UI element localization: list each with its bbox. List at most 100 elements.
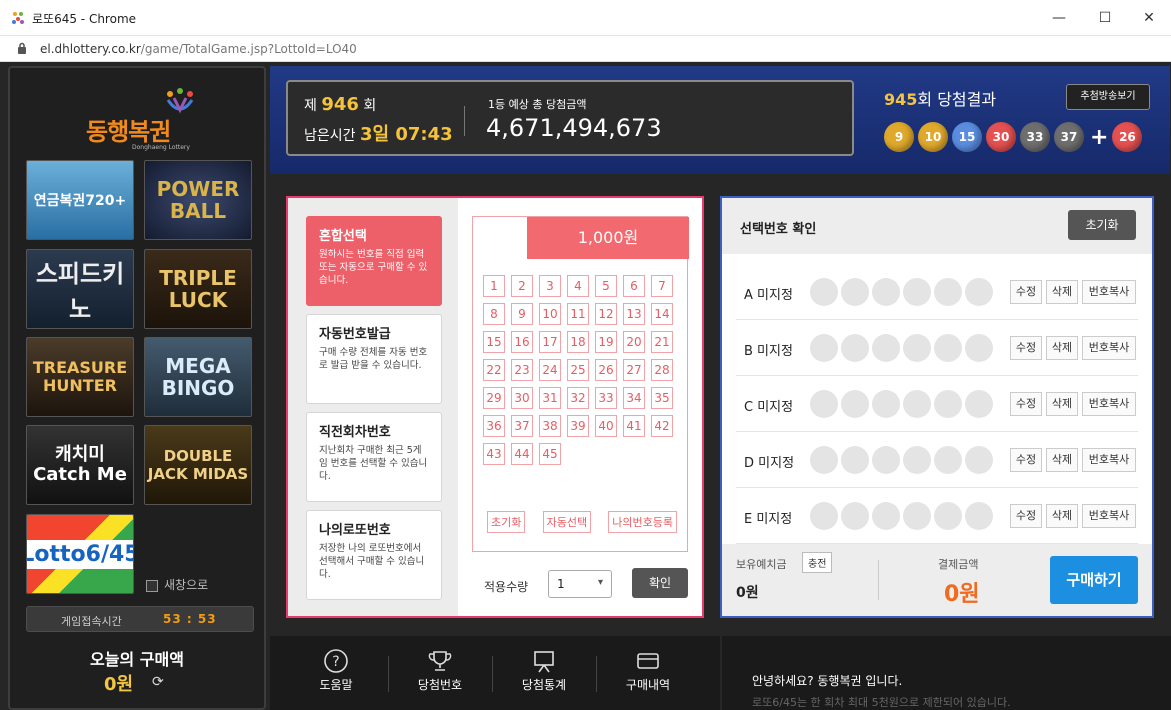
delete-button[interactable]: 삭제 bbox=[1046, 336, 1078, 360]
number-cell[interactable]: 21 bbox=[651, 331, 673, 353]
game-megabingo[interactable]: MEGA BINGO bbox=[144, 337, 252, 417]
game-doublejackmidas[interactable]: DOUBLE JACK MIDAS bbox=[144, 425, 252, 505]
number-cell[interactable]: 32 bbox=[567, 387, 589, 409]
minimize-button[interactable]: — bbox=[1044, 6, 1074, 30]
number-cell[interactable]: 13 bbox=[623, 303, 645, 325]
quantity-select[interactable]: 1 ▾ bbox=[548, 570, 612, 598]
charge-button[interactable]: 충전 bbox=[802, 552, 833, 573]
my-number-register-button[interactable]: 나의번호등록 bbox=[608, 511, 677, 533]
today-purchase-label: 오늘의 구매액 bbox=[90, 650, 184, 669]
refresh-icon[interactable]: ⟳ bbox=[152, 674, 164, 690]
maximize-button[interactable]: ☐ bbox=[1090, 6, 1120, 30]
donghaeng-logo[interactable]: 동행복권 Donghaeng Lottery bbox=[86, 88, 206, 154]
game-tripleluck[interactable]: TRIPLE LUCK bbox=[144, 249, 252, 329]
edit-button[interactable]: 수정 bbox=[1010, 336, 1042, 360]
number-cell[interactable]: 1 bbox=[483, 275, 505, 297]
copy-number-button[interactable]: 번호복사 bbox=[1082, 392, 1136, 416]
number-cell[interactable]: 3 bbox=[539, 275, 561, 297]
number-cell[interactable]: 12 bbox=[595, 303, 617, 325]
address-bar[interactable]: el.dhlottery.co.kr/game/TotalGame.jsp?Lo… bbox=[0, 36, 1171, 62]
number-cell[interactable]: 15 bbox=[483, 331, 505, 353]
number-cell[interactable]: 28 bbox=[651, 359, 673, 381]
url-text[interactable]: el.dhlottery.co.kr/game/TotalGame.jsp?Lo… bbox=[40, 42, 357, 56]
nav-label: 도움말 bbox=[319, 678, 353, 692]
number-cell[interactable]: 22 bbox=[483, 359, 505, 381]
board-reset-button[interactable]: 초기화 bbox=[487, 511, 526, 533]
number-cell[interactable]: 34 bbox=[623, 387, 645, 409]
edit-button[interactable]: 수정 bbox=[1010, 280, 1042, 304]
method-my-numbers[interactable]: 나의로또번호 저장한 나의 로또번호에서 선택해서 구매할 수 있습니다. bbox=[306, 510, 442, 600]
delete-button[interactable]: 삭제 bbox=[1046, 448, 1078, 472]
number-cell[interactable]: 11 bbox=[567, 303, 589, 325]
number-cell[interactable]: 18 bbox=[567, 331, 589, 353]
number-cell[interactable]: 19 bbox=[595, 331, 617, 353]
edit-button[interactable]: 수정 bbox=[1010, 392, 1042, 416]
number-cell[interactable]: 16 bbox=[511, 331, 533, 353]
number-cell[interactable]: 2 bbox=[511, 275, 533, 297]
new-window-checkbox[interactable] bbox=[146, 579, 158, 592]
number-cell[interactable]: 44 bbox=[511, 443, 533, 465]
number-cell[interactable]: 6 bbox=[623, 275, 645, 297]
copy-number-button[interactable]: 번호복사 bbox=[1082, 280, 1136, 304]
method-last-round[interactable]: 직전회차번호 지난회차 구매한 최근 5게임 번호를 선택할 수 있습니다. bbox=[306, 412, 442, 502]
game-pension720[interactable]: 연금복권720+ bbox=[26, 160, 134, 240]
empty-number-circle bbox=[934, 334, 962, 362]
purchase-history-button[interactable]: 구매내역 bbox=[600, 648, 696, 693]
number-cell[interactable]: 36 bbox=[483, 415, 505, 437]
number-cell[interactable]: 42 bbox=[651, 415, 673, 437]
game-speedkeno[interactable]: 스피드키노 bbox=[26, 249, 134, 329]
edit-button[interactable]: 수정 bbox=[1010, 448, 1042, 472]
number-cell[interactable]: 9 bbox=[511, 303, 533, 325]
game-lotto645[interactable]: Lotto6/45 bbox=[26, 514, 134, 594]
auto-select-button[interactable]: 자동선택 bbox=[542, 511, 592, 533]
method-mixed[interactable]: 혼합선택 원하시는 번호를 직접 입력 또는 자동으로 구매할 수 있습니다. bbox=[306, 216, 442, 306]
number-cell[interactable]: 23 bbox=[511, 359, 533, 381]
number-cell[interactable]: 40 bbox=[595, 415, 617, 437]
game-catchme[interactable]: 캐치미 Catch Me bbox=[26, 425, 134, 505]
draw-broadcast-button[interactable]: 추첨방송보기 bbox=[1066, 84, 1150, 110]
number-cell[interactable]: 41 bbox=[623, 415, 645, 437]
number-cell[interactable]: 27 bbox=[623, 359, 645, 381]
copy-number-button[interactable]: 번호복사 bbox=[1082, 336, 1136, 360]
edit-button[interactable]: 수정 bbox=[1010, 504, 1042, 528]
winning-numbers-button[interactable]: 당첨번호 bbox=[392, 648, 488, 693]
close-button[interactable]: ✕ bbox=[1134, 6, 1164, 30]
number-cell[interactable]: 26 bbox=[595, 359, 617, 381]
method-auto[interactable]: 자동번호발급 구매 수량 전체를 자동 번호로 발급 받을 수 있습니다. bbox=[306, 314, 442, 404]
number-cell[interactable]: 7 bbox=[651, 275, 673, 297]
empty-number-circle bbox=[965, 446, 993, 474]
number-cell[interactable]: 24 bbox=[539, 359, 561, 381]
number-board: 1,000원 1 2 3 4 5 6 7 8 9 10 11 12 13 14 15 16 17 18 19 20 21… bbox=[472, 216, 689, 552]
number-cell[interactable]: 38 bbox=[539, 415, 561, 437]
winning-stats-button[interactable]: 당첨통계 bbox=[496, 648, 592, 693]
number-cell[interactable]: 5 bbox=[595, 275, 617, 297]
copy-number-button[interactable]: 번호복사 bbox=[1082, 504, 1136, 528]
number-cell[interactable]: 20 bbox=[623, 331, 645, 353]
number-cell[interactable]: 31 bbox=[539, 387, 561, 409]
new-window-toggle[interactable]: 새창으로 bbox=[146, 576, 208, 593]
number-cell[interactable]: 30 bbox=[511, 387, 533, 409]
buy-button[interactable]: 구매하기 bbox=[1050, 556, 1138, 604]
number-cell[interactable]: 8 bbox=[483, 303, 505, 325]
apply-confirm-button[interactable]: 확인 bbox=[632, 568, 688, 598]
delete-button[interactable]: 삭제 bbox=[1046, 280, 1078, 304]
number-cell[interactable]: 4 bbox=[567, 275, 589, 297]
help-button[interactable]: ? 도움말 bbox=[288, 648, 384, 693]
number-cell[interactable]: 37 bbox=[511, 415, 533, 437]
reset-all-button[interactable]: 초기화 bbox=[1068, 210, 1136, 240]
number-cell[interactable]: 35 bbox=[651, 387, 673, 409]
number-cell[interactable]: 45 bbox=[539, 443, 561, 465]
delete-button[interactable]: 삭제 bbox=[1046, 504, 1078, 528]
number-cell[interactable]: 39 bbox=[567, 415, 589, 437]
number-cell[interactable]: 14 bbox=[651, 303, 673, 325]
delete-button[interactable]: 삭제 bbox=[1046, 392, 1078, 416]
game-treasurehunter[interactable]: TREASURE HUNTER bbox=[26, 337, 134, 417]
game-powerball[interactable]: POWER BALL bbox=[144, 160, 252, 240]
number-cell[interactable]: 29 bbox=[483, 387, 505, 409]
number-cell[interactable]: 10 bbox=[539, 303, 561, 325]
copy-number-button[interactable]: 번호복사 bbox=[1082, 448, 1136, 472]
number-cell[interactable]: 17 bbox=[539, 331, 561, 353]
number-cell[interactable]: 25 bbox=[567, 359, 589, 381]
number-cell[interactable]: 43 bbox=[483, 443, 505, 465]
number-cell[interactable]: 33 bbox=[595, 387, 617, 409]
